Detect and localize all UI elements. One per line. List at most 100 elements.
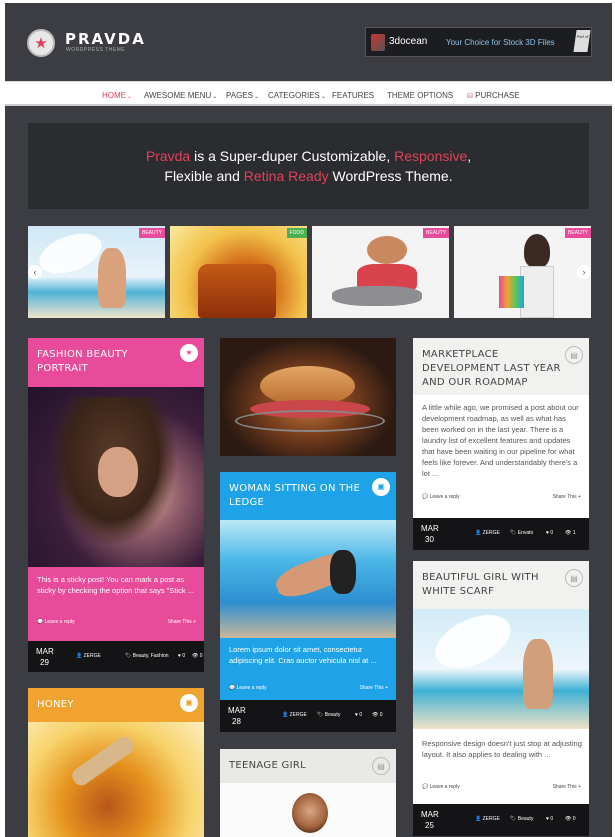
cart-icon: ⛁ <box>467 93 473 100</box>
post-title[interactable]: FASHION BEAUTY PORTRAIT <box>37 348 177 376</box>
post-likes[interactable]: ♥ 0 <box>178 653 185 659</box>
hero-text: Flexible and <box>164 168 244 184</box>
post-card-food[interactable] <box>220 338 396 456</box>
post-month: MAR <box>36 647 54 656</box>
slide-tag[interactable]: BEAUTY <box>422 228 449 238</box>
hero-brand: Pravda <box>145 148 191 164</box>
post-categories[interactable]: 🏷 Beauty, Fashion <box>125 653 169 659</box>
post-categories[interactable]: 🏷 Beauty <box>317 712 340 718</box>
post-footer: MAR 28 👤 ZERGE 🏷 Beauty ♥ 0 👁 0 <box>220 700 396 732</box>
hero-text: is a Super-duper Customizable, <box>190 148 395 164</box>
3docean-icon <box>371 34 385 51</box>
post-author[interactable]: 👤 ZERGE <box>282 712 307 718</box>
post-likes[interactable]: ♥ 0 <box>546 530 553 536</box>
post-day: 29 <box>40 658 49 667</box>
post-card-fashion[interactable]: FASHION BEAUTY PORTRAIT ★ This is a stic… <box>28 338 204 672</box>
image-icon[interactable]: ▣ <box>372 478 390 496</box>
post-card-white-scarf[interactable]: BEAUTIFUL GIRL WITH WHITE SCARF ▤ Respon… <box>413 561 589 836</box>
hero-highlight: Retina Ready <box>243 168 329 184</box>
post-views[interactable]: 👁 1 <box>565 530 576 536</box>
share-button[interactable]: Share This + <box>553 494 581 500</box>
main-nav: HOME⌄ AWESOME MENU⌄ PAGES⌄ CATEGORIES⌄ F… <box>5 81 612 106</box>
post-author[interactable]: 👤 ZERGE <box>475 816 500 822</box>
chevron-left-icon[interactable]: ‹ <box>28 265 42 279</box>
nav-item-features[interactable]: FEATURES <box>332 91 374 100</box>
nav-item-purchase[interactable]: ⛁ PURCHASE <box>467 91 520 100</box>
post-image[interactable] <box>220 520 396 638</box>
slide-beauty-sitting[interactable]: BEAUTY <box>312 226 449 318</box>
share-button[interactable]: Share This + <box>168 619 196 625</box>
slide-tag[interactable]: FOOD <box>286 228 307 238</box>
slide-beauty-shopping[interactable]: BEAUTY <box>454 226 591 318</box>
post-month: MAR <box>228 706 246 715</box>
chevron-down-icon: ⌄ <box>320 94 326 100</box>
post-image[interactable] <box>220 338 396 456</box>
share-button[interactable]: Share This + <box>360 685 388 691</box>
post-excerpt: Responsive design doesn't just stop at a… <box>422 739 582 759</box>
nav-item-pages[interactable]: PAGES⌄ <box>226 91 259 100</box>
logo-tagline: WORDPRESS THEME <box>66 47 126 53</box>
post-excerpt: This is a sticky post! You can mark a po… <box>37 575 194 595</box>
hero-tagline: Pravda is a Super-duper Customizable, Re… <box>28 123 589 209</box>
post-image[interactable] <box>413 609 589 729</box>
post-footer: MAR 30 👤 ZERGE 🏷 Envato ♥ 0 👁 1 <box>413 518 589 550</box>
post-views[interactable]: 👁 0 <box>192 653 203 659</box>
chevron-right-icon[interactable]: › <box>577 265 591 279</box>
nav-item-theme-options[interactable]: THEME OPTIONS <box>387 91 453 100</box>
ad-banner[interactable]: 3docean Your Choice for Stock 3D Files P… <box>365 27 592 57</box>
document-icon[interactable]: ▤ <box>565 569 583 587</box>
nav-item-awesome-menu[interactable]: AWESOME MENU⌄ <box>144 91 217 100</box>
slide-tag[interactable]: BEAUTY <box>138 228 165 238</box>
nav-item-home[interactable]: HOME⌄ <box>102 91 132 100</box>
page-frame: ★ PRAVDA WORDPRESS THEME 3docean Your Ch… <box>5 3 612 837</box>
post-excerpt: Lorem ipsum dolor sit amet, consectetur … <box>229 645 377 665</box>
post-image[interactable] <box>220 783 396 837</box>
post-card-woman-ledge[interactable]: WOMAN SITTING ON THE LEDGE ▣ Lorem ipsum… <box>220 472 396 732</box>
ad-corner: Part of <box>573 30 591 52</box>
slide-tag[interactable]: BEAUTY <box>564 228 591 238</box>
post-card-marketplace[interactable]: MARKETPLACE DEVELOPMENT LAST YEAR AND OU… <box>413 338 589 550</box>
chevron-down-icon: ⌄ <box>212 94 218 100</box>
post-day: 25 <box>425 821 434 830</box>
logo-title[interactable]: PRAVDA <box>65 30 146 48</box>
slide-beauty-scarf[interactable]: BEAUTY <box>28 226 165 318</box>
post-day: 28 <box>232 717 241 726</box>
post-month: MAR <box>421 524 439 533</box>
nav-item-categories[interactable]: CATEGORIES⌄ <box>268 91 326 100</box>
post-month: MAR <box>421 810 439 819</box>
chevron-down-icon: ⌄ <box>127 94 133 100</box>
reply-link[interactable]: 💬 Leave a reply <box>422 784 460 790</box>
post-day: 30 <box>425 535 434 544</box>
post-title[interactable]: MARKETPLACE DEVELOPMENT LAST YEAR AND OU… <box>422 348 562 390</box>
post-card-teenage[interactable]: TEENAGE GIRL ▤ <box>220 749 396 837</box>
post-likes[interactable]: ♥ 0 <box>546 816 553 822</box>
reply-link[interactable]: 💬 Leave a reply <box>37 619 75 625</box>
post-author[interactable]: 👤 ZERGE <box>76 653 101 659</box>
post-title[interactable]: TEENAGE GIRL <box>229 759 306 773</box>
post-card-honey[interactable]: HONEY ▣ <box>28 688 204 837</box>
reply-link[interactable]: 💬 Leave a reply <box>422 494 460 500</box>
post-image[interactable] <box>28 722 204 837</box>
share-button[interactable]: Share This + <box>553 784 581 790</box>
image-icon[interactable]: ▣ <box>180 694 198 712</box>
post-author[interactable]: 👤 ZERGE <box>475 530 500 536</box>
slide-food-honey[interactable]: FOOD <box>170 226 307 318</box>
star-icon[interactable]: ★ <box>180 344 198 362</box>
post-title[interactable]: BEAUTIFUL GIRL WITH WHITE SCARF <box>422 571 562 599</box>
post-likes[interactable]: ♥ 0 <box>355 712 362 718</box>
post-image[interactable] <box>28 387 204 567</box>
post-categories[interactable]: 🏷 Envato <box>510 530 533 536</box>
post-categories[interactable]: 🏷 Beauty <box>510 816 533 822</box>
post-excerpt: A little while ago, we promised a post a… <box>422 403 579 478</box>
post-title[interactable]: WOMAN SITTING ON THE LEDGE <box>229 482 369 510</box>
document-icon[interactable]: ▤ <box>565 346 583 364</box>
logo-badge[interactable]: ★ <box>27 29 55 57</box>
document-icon[interactable]: ▤ <box>372 757 390 775</box>
post-title[interactable]: HONEY <box>37 698 74 712</box>
reply-link[interactable]: 💬 Leave a reply <box>229 685 267 691</box>
post-views[interactable]: 👁 0 <box>565 816 576 822</box>
hero-highlight: Responsive <box>394 148 468 164</box>
post-views[interactable]: 👁 0 <box>372 712 383 718</box>
post-footer: MAR 25 👤 ZERGE 🏷 Beauty ♥ 0 👁 0 <box>413 804 589 836</box>
hero-line-2: Flexible and Retina Ready WordPress Them… <box>28 168 589 184</box>
